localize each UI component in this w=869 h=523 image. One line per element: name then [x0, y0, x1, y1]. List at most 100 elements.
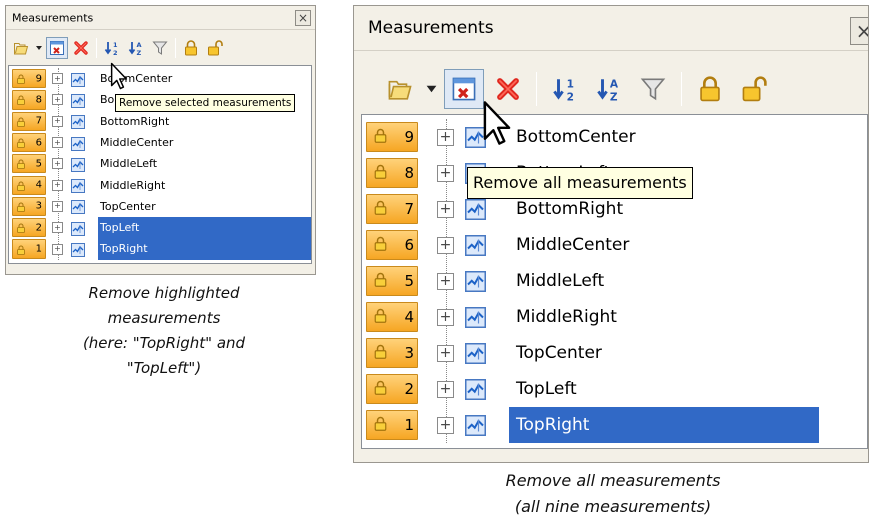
- expand-icon[interactable]: +: [52, 158, 63, 170]
- measurement-icon: [71, 93, 85, 112]
- lock-icon: [16, 69, 26, 88]
- measurement-row[interactable]: 9 + BottomCenter: [362, 119, 867, 155]
- panel-title: Measurements: [368, 18, 494, 38]
- expand-icon[interactable]: +: [437, 236, 454, 254]
- svg-text:Z: Z: [136, 49, 141, 56]
- measurement-row[interactable]: 3 + TopCenter: [9, 196, 311, 217]
- expand-icon[interactable]: +: [437, 308, 454, 326]
- measurement-row[interactable]: 6 + MiddleCenter: [362, 227, 867, 263]
- filter-button[interactable]: [633, 69, 673, 109]
- measurement-row[interactable]: 2 + TopLeft: [9, 217, 311, 239]
- measurement-name[interactable]: MiddleCenter: [509, 227, 629, 263]
- expand-icon[interactable]: +: [52, 94, 63, 106]
- sort-numeric-button[interactable]: 12: [545, 69, 585, 109]
- measurement-name[interactable]: Bo: [98, 89, 114, 110]
- remove-selected-measurements-button[interactable]: [70, 37, 92, 59]
- measurement-list[interactable]: 9+BottomCenter8+BottomLeft7+BottomRight6…: [361, 114, 868, 449]
- expand-icon[interactable]: +: [437, 380, 454, 398]
- measurement-name[interactable]: MiddleLeft: [98, 153, 157, 174]
- lock-toggle[interactable]: 1: [12, 239, 46, 259]
- close-button[interactable]: ×: [850, 17, 868, 45]
- lock-toggle[interactable]: 3: [12, 196, 46, 217]
- measurement-name[interactable]: BottomCenter: [509, 119, 636, 155]
- lock-toggle[interactable]: 2: [12, 218, 46, 238]
- lock-toggle[interactable]: 8: [366, 158, 418, 188]
- measurement-row[interactable]: 7 + BottomRight: [9, 111, 311, 132]
- measurement-row[interactable]: 5 + MiddleLeft: [9, 153, 311, 174]
- expand-icon[interactable]: +: [437, 272, 454, 290]
- measurement-name[interactable]: BottomRight: [98, 111, 169, 132]
- measurement-row[interactable]: 9 + Bo omCenter: [9, 68, 311, 89]
- measurement-row[interactable]: 4 + MiddleRight: [9, 175, 311, 196]
- close-button[interactable]: ×: [295, 10, 311, 26]
- measurement-row[interactable]: 6 + MiddleCenter: [9, 132, 311, 153]
- lock-toggle[interactable]: 9: [366, 122, 418, 152]
- expand-icon[interactable]: +: [437, 344, 454, 362]
- lock-button[interactable]: [180, 37, 202, 59]
- unlock-button[interactable]: [204, 37, 226, 59]
- measurement-name[interactable]: Bo omCenter: [98, 68, 172, 89]
- lock-toggle[interactable]: 5: [366, 266, 418, 296]
- measurement-row[interactable]: 4 + MiddleRight: [362, 299, 867, 335]
- dropdown-arrow-button[interactable]: [34, 37, 44, 59]
- lock-toggle[interactable]: 4: [366, 302, 418, 332]
- expand-icon[interactable]: +: [52, 222, 63, 234]
- lock-toggle[interactable]: 3: [366, 338, 418, 368]
- remove-all-measurements-button[interactable]: [443, 69, 484, 109]
- measurement-row[interactable]: 1 + TopRight: [9, 238, 311, 260]
- sort-alpha-button[interactable]: AZ: [589, 69, 629, 109]
- folder-button[interactable]: [10, 37, 32, 59]
- measurement-row[interactable]: 1 + TopRight: [362, 407, 867, 443]
- measurement-row[interactable]: 5 + MiddleLeft: [362, 263, 867, 299]
- lock-toggle[interactable]: 6: [12, 132, 46, 153]
- expand-icon[interactable]: +: [52, 200, 63, 212]
- measurement-name[interactable]: TopRight: [98, 238, 311, 260]
- measurement-icon: [71, 136, 85, 155]
- expand-icon[interactable]: +: [52, 73, 63, 85]
- measurement-number: 2: [35, 222, 42, 234]
- remove-all-measurements-button[interactable]: [45, 37, 68, 59]
- unlock-button[interactable]: [734, 69, 774, 109]
- measurement-name[interactable]: TopCenter: [509, 335, 602, 371]
- measurement-number: 3: [404, 344, 414, 362]
- lock-icon: [16, 176, 26, 195]
- expand-icon[interactable]: +: [437, 164, 454, 182]
- lock-toggle[interactable]: 6: [366, 230, 418, 260]
- measurement-number: 8: [404, 164, 414, 182]
- expand-icon[interactable]: +: [52, 115, 63, 127]
- sort-numeric-button[interactable]: 12: [101, 37, 123, 59]
- expand-icon[interactable]: +: [52, 179, 63, 191]
- expand-icon[interactable]: +: [437, 128, 454, 146]
- remove-selected-measurements-button[interactable]: [488, 69, 528, 109]
- measurement-number: 4: [404, 308, 414, 326]
- lock-toggle[interactable]: 4: [12, 175, 46, 195]
- lock-toggle[interactable]: 8: [12, 90, 46, 110]
- lock-toggle[interactable]: 2: [366, 374, 418, 404]
- measurement-name[interactable]: MiddleCenter: [98, 132, 173, 153]
- caption-line: Remove highlighted: [88, 284, 240, 302]
- lock-toggle[interactable]: 7: [366, 194, 418, 224]
- measurement-name[interactable]: MiddleRight: [509, 299, 617, 335]
- folder-button[interactable]: [380, 69, 420, 109]
- lock-button[interactable]: [690, 69, 730, 109]
- lock-toggle[interactable]: 1: [366, 410, 418, 440]
- measurement-row[interactable]: 2 + TopLeft: [362, 371, 867, 407]
- sort-alpha-button[interactable]: AZ: [125, 37, 147, 59]
- lock-toggle[interactable]: 5: [12, 154, 46, 174]
- lock-toggle[interactable]: 7: [12, 111, 46, 131]
- measurement-name[interactable]: TopRight: [509, 407, 819, 443]
- expand-icon[interactable]: +: [52, 243, 63, 255]
- lock-icon: [373, 128, 388, 147]
- measurement-name[interactable]: TopLeft: [509, 371, 577, 407]
- expand-icon[interactable]: +: [437, 200, 454, 218]
- lock-toggle[interactable]: 9: [12, 69, 46, 89]
- filter-button[interactable]: [149, 37, 171, 59]
- measurement-name[interactable]: MiddleLeft: [509, 263, 604, 299]
- measurement-name[interactable]: TopCenter: [98, 196, 156, 217]
- expand-icon[interactable]: +: [52, 137, 63, 149]
- measurement-name[interactable]: TopLeft: [98, 217, 311, 239]
- dropdown-arrow-button[interactable]: [424, 69, 440, 109]
- measurement-name[interactable]: MiddleRight: [98, 175, 165, 196]
- expand-icon[interactable]: +: [437, 416, 454, 434]
- measurement-row[interactable]: 3 + TopCenter: [362, 335, 867, 371]
